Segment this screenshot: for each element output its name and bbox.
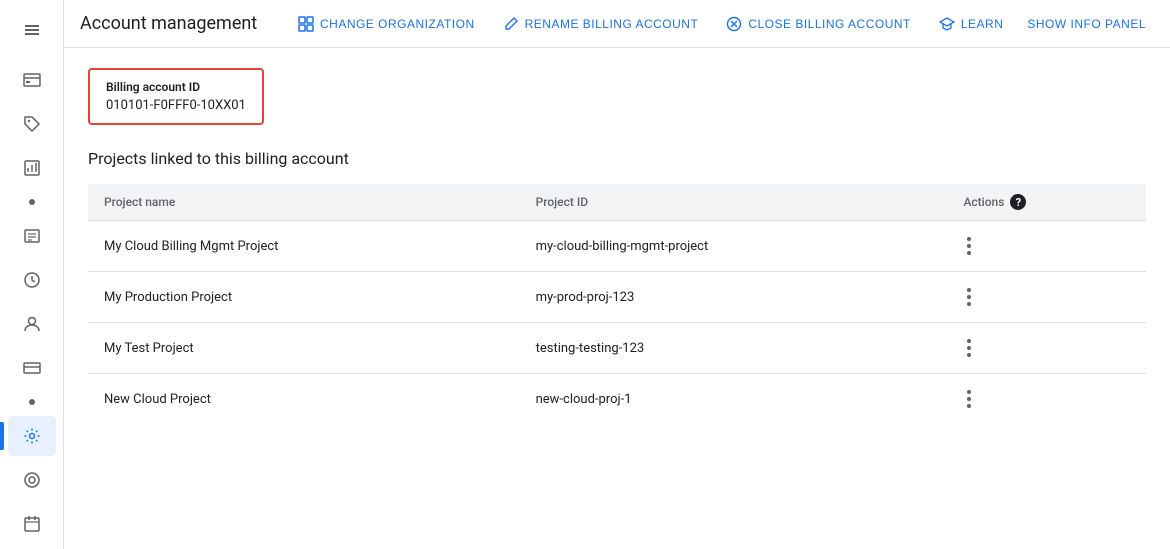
row-actions-menu-button[interactable] [963, 335, 1130, 361]
projects-table: Project name Project ID Actions ? [88, 184, 1146, 424]
billing-account-id-box: Billing account ID 010101-F0FFF0-10XX01 [88, 68, 264, 125]
clock-icon [22, 270, 42, 290]
billing-icon [22, 70, 42, 90]
sidebar-item-reports[interactable] [8, 148, 56, 188]
more-dot [967, 390, 971, 394]
project-name-cell: My Cloud Billing Mgmt Project [88, 221, 520, 272]
row-actions-menu-button[interactable] [963, 284, 1130, 310]
projects-section-title: Projects linked to this billing account [88, 149, 1146, 168]
change-organization-button[interactable]: CHANGE ORGANIZATION [286, 8, 487, 40]
sidebar-item-payment[interactable] [8, 348, 56, 388]
close-billing-account-label: CLOSE BILLING ACCOUNT [748, 17, 911, 31]
header-actions: CHANGE ORGANIZATION RENAME BILLING ACCOU… [286, 8, 1154, 40]
rename-billing-account-button[interactable]: RENAME BILLING ACCOUNT [491, 8, 711, 40]
show-info-panel-button[interactable]: SHOW INFO PANEL [1019, 17, 1154, 31]
more-dot [967, 346, 971, 350]
sidebar-item-account[interactable] [8, 304, 56, 344]
dot-icon [29, 199, 35, 205]
actions-cell [947, 374, 1146, 425]
project-id-cell: my-cloud-billing-mgmt-project [520, 221, 948, 272]
sidebar-item-tags[interactable] [8, 104, 56, 144]
actions-cell [947, 272, 1146, 323]
sidebar-item-commitments[interactable] [8, 504, 56, 544]
sidebar-item-menu[interactable] [8, 10, 56, 50]
table-row: My Cloud Billing Mgmt Project my-cloud-b… [88, 221, 1146, 272]
change-organization-label: CHANGE ORGANIZATION [320, 17, 475, 31]
rename-billing-account-label: RENAME BILLING ACCOUNT [525, 17, 699, 31]
card-icon [22, 358, 42, 378]
more-dot [967, 339, 971, 343]
sidebar-item-history[interactable] [8, 260, 56, 300]
calendar-icon [22, 514, 42, 534]
actions-cell [947, 221, 1146, 272]
col-actions: Actions ? [947, 184, 1146, 221]
sidebar [0, 0, 64, 549]
settings-icon [22, 426, 42, 446]
more-dot [967, 302, 971, 306]
table-body: My Cloud Billing Mgmt Project my-cloud-b… [88, 221, 1146, 425]
sidebar-item-settings[interactable] [8, 416, 56, 456]
sidebar-item-dot1 [8, 192, 56, 212]
more-dot [967, 353, 971, 357]
project-name-cell: New Cloud Project [88, 374, 520, 425]
page-title: Account management [80, 13, 257, 34]
actions-help-icon[interactable]: ? [1010, 194, 1026, 210]
more-dot [967, 295, 971, 299]
list-icon [22, 226, 42, 246]
actions-cell [947, 323, 1146, 374]
more-dot [967, 244, 971, 248]
table-row: New Cloud Project new-cloud-proj-1 [88, 374, 1146, 425]
more-dot [967, 397, 971, 401]
more-dot [967, 237, 971, 241]
person-icon [22, 314, 42, 334]
project-id-cell: new-cloud-proj-1 [520, 374, 948, 425]
more-dot [967, 404, 971, 408]
close-circle-icon [726, 16, 742, 32]
billing-id-label: Billing account ID [106, 80, 246, 94]
sidebar-item-transactions[interactable] [8, 216, 56, 256]
content-area: Billing account ID 010101-F0FFF0-10XX01 … [64, 48, 1170, 549]
learn-button[interactable]: LEARN [927, 8, 1016, 40]
grid-icon [298, 16, 314, 32]
sidebar-item-billing[interactable] [8, 60, 56, 100]
tag-icon [22, 114, 42, 134]
project-name-cell: My Test Project [88, 323, 520, 374]
menu-icon [25, 25, 39, 35]
learn-label: LEARN [961, 17, 1004, 31]
dot-icon [29, 399, 35, 405]
sidebar-item-dot2 [8, 392, 56, 412]
billing-id-value: 010101-F0FFF0-10XX01 [106, 98, 246, 113]
plugin-icon [22, 470, 42, 490]
reports-icon [22, 158, 42, 178]
edit-icon [503, 16, 519, 32]
more-dot [967, 251, 971, 255]
more-dot [967, 288, 971, 292]
table-header: Project name Project ID Actions ? [88, 184, 1146, 221]
table-row: My Production Project my-prod-proj-123 [88, 272, 1146, 323]
row-actions-menu-button[interactable] [963, 386, 1130, 412]
show-info-panel-label: SHOW INFO PANEL [1027, 17, 1146, 31]
col-project-name: Project name [88, 184, 520, 221]
main-content: Account management CHANGE ORGANIZATION R… [64, 0, 1170, 549]
close-billing-account-button[interactable]: CLOSE BILLING ACCOUNT [714, 8, 923, 40]
table-row: My Test Project testing-testing-123 [88, 323, 1146, 374]
col-project-id: Project ID [520, 184, 948, 221]
project-id-cell: testing-testing-123 [520, 323, 948, 374]
row-actions-menu-button[interactable] [963, 233, 1130, 259]
project-id-cell: my-prod-proj-123 [520, 272, 948, 323]
project-name-cell: My Production Project [88, 272, 520, 323]
graduation-icon [939, 16, 955, 32]
header: Account management CHANGE ORGANIZATION R… [64, 0, 1170, 48]
sidebar-item-manage[interactable] [8, 460, 56, 500]
